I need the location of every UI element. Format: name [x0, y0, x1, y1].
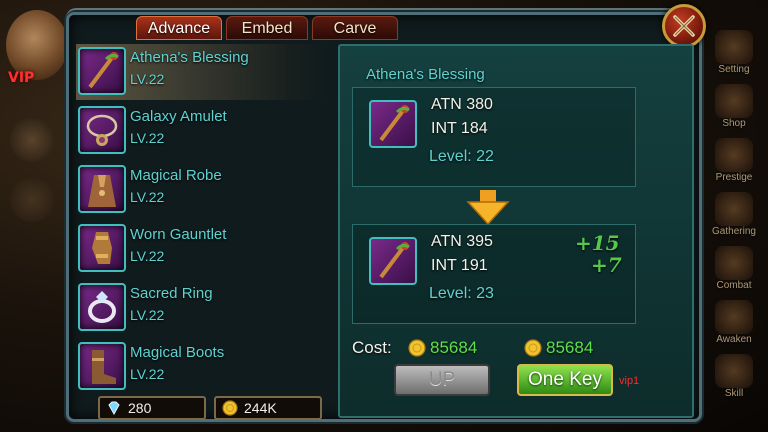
current-atn: ATN 380 [431, 96, 493, 113]
left-hud-icon-2[interactable] [10, 178, 54, 222]
current-level: Level: 22 [429, 148, 494, 165]
upgraded-stats-box: ATN 395 INT 191 Level: 23 +15 +7 [352, 224, 636, 324]
menu-item-prestige[interactable]: Prestige [706, 138, 762, 192]
menu-item-shop[interactable]: Shop [706, 84, 762, 138]
upgraded-atn: ATN 395 [431, 233, 493, 250]
one-key-button[interactable]: One Key [517, 364, 613, 396]
setting-icon [715, 30, 753, 64]
gathering-icon [715, 192, 753, 226]
list-item[interactable]: Magical Boots LV.22 [76, 339, 328, 395]
staff-icon [369, 100, 417, 148]
int-bonus: +7 [591, 253, 622, 277]
gold-coin-icon [408, 339, 426, 357]
skill-icon [715, 354, 753, 388]
right-side-menu: Setting Shop Prestige Gathering Combat A… [706, 30, 762, 408]
amulet-icon [78, 106, 126, 154]
gems-counter: 280 [98, 396, 206, 420]
selected-item-title: Athena's Blessing [366, 66, 485, 83]
atn-bonus: +15 [575, 231, 620, 255]
gold-counter: 244K [214, 396, 322, 420]
menu-item-awaken[interactable]: Awaken [706, 300, 762, 354]
tab-embed[interactable]: Embed [226, 16, 308, 40]
close-button[interactable] [662, 4, 706, 48]
menu-item-combat[interactable]: Combat [706, 246, 762, 300]
gold-coin-icon [524, 339, 542, 357]
staff-icon [78, 47, 126, 95]
menu-item-skill[interactable]: Skill [706, 354, 762, 408]
shop-icon [715, 84, 753, 118]
list-item[interactable]: Worn Gauntlet LV.22 [76, 221, 328, 277]
crossed-swords-close-icon [673, 15, 695, 37]
staff-icon [369, 237, 417, 285]
boots-icon [78, 342, 126, 390]
list-item[interactable]: Sacred Ring LV.22 [76, 280, 328, 336]
ring-icon [78, 283, 126, 331]
tab-carve[interactable]: Carve [312, 16, 398, 40]
robe-icon [78, 165, 126, 213]
current-int: INT 184 [431, 120, 488, 137]
up-cost-value: 85684 [430, 338, 478, 357]
tab-advance[interactable]: Advance [136, 16, 222, 40]
gold-coin-icon [222, 400, 238, 416]
awaken-icon [715, 300, 753, 334]
list-item[interactable]: Galaxy Amulet LV.22 [76, 103, 328, 159]
one-key-cost-value: 85684 [546, 338, 594, 357]
upgraded-int: INT 191 [431, 257, 488, 274]
equipment-list: Athena's Blessing LV.22 Galaxy Amulet LV… [76, 44, 328, 390]
left-hud-icon[interactable] [10, 118, 54, 162]
menu-item-gathering[interactable]: Gathering [706, 192, 762, 246]
current-stats-box: ATN 380 INT 184 Level: 22 [352, 87, 636, 187]
prestige-icon [715, 138, 753, 172]
combat-icon [715, 246, 753, 280]
list-item[interactable]: Magical Robe LV.22 [76, 162, 328, 218]
diamond-icon [108, 401, 120, 416]
gauntlet-icon [78, 224, 126, 272]
panel-tabs: Advance Embed Carve [136, 16, 398, 40]
cost-label: Cost: [352, 338, 392, 357]
menu-item-setting[interactable]: Setting [706, 30, 762, 84]
upgraded-level: Level: 23 [429, 285, 494, 302]
vip-requirement-label: vip1 [619, 375, 640, 387]
down-arrow-icon [466, 190, 510, 224]
up-button[interactable]: UP [394, 364, 490, 396]
vip-badge: VIP [8, 70, 35, 86]
list-item[interactable]: Athena's Blessing LV.22 [76, 44, 328, 100]
